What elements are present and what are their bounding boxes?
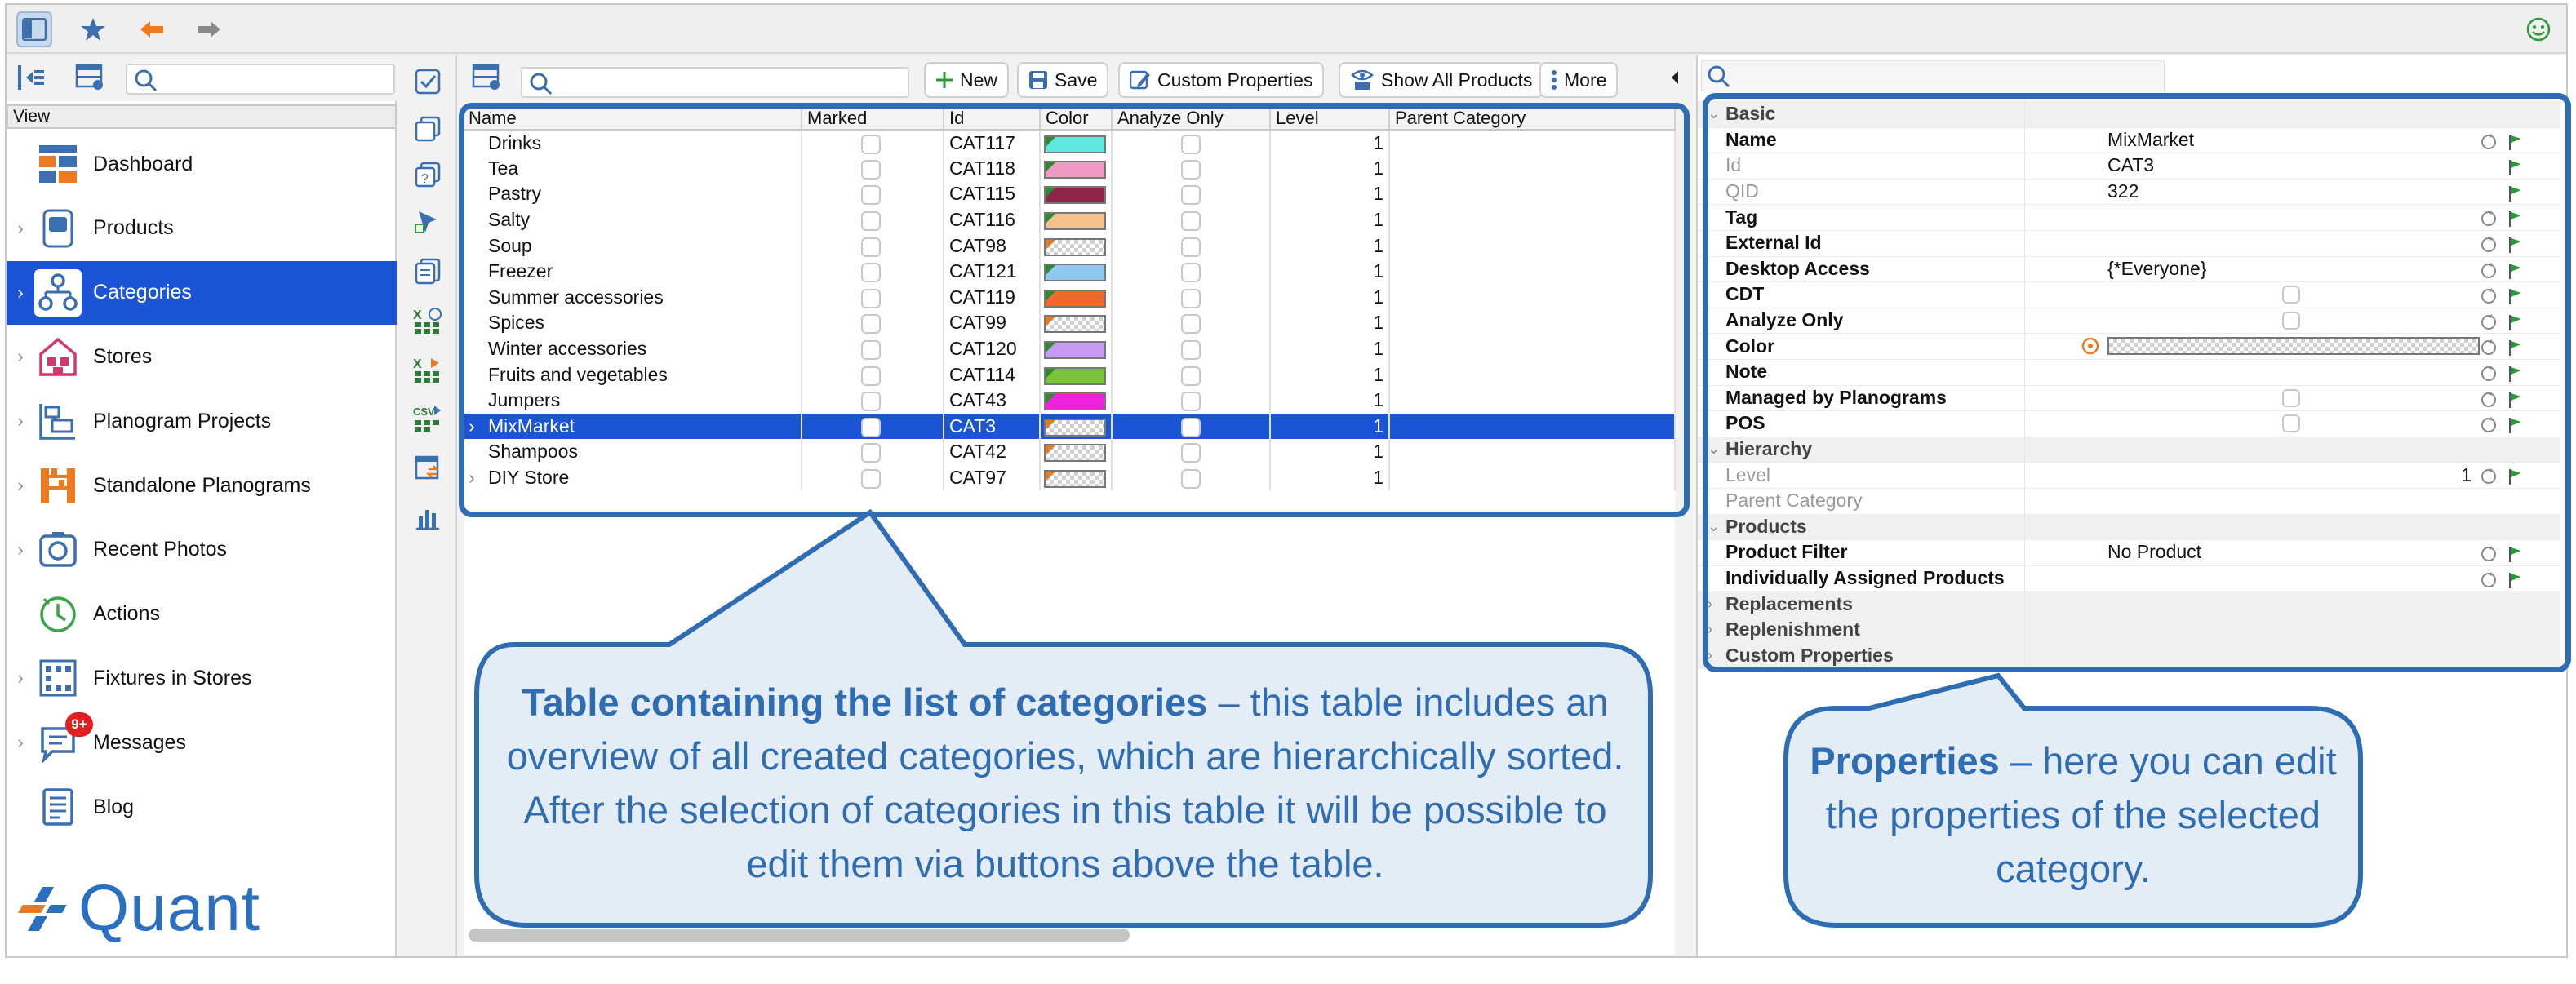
properties-callout-title: Properties <box>1810 739 2000 782</box>
table-callout-title: Table containing the list of categories <box>522 680 1208 724</box>
table-callout-text: Table containing the list of categories … <box>506 676 1624 891</box>
properties-callout-text: Properties – here you can edit the prope… <box>1804 734 2343 896</box>
